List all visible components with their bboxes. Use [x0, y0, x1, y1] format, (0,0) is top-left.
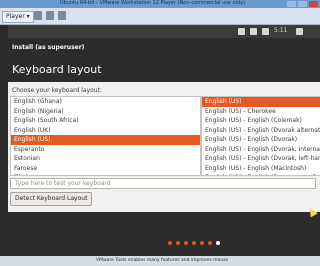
network-icon[interactable]	[250, 28, 257, 35]
layout-list-item[interactable]: English (Nigeria)	[11, 107, 200, 117]
progress-dot	[176, 241, 180, 245]
progress-dot	[216, 241, 220, 245]
gear-icon[interactable]	[296, 28, 303, 35]
send-ctrl-alt-del-icon[interactable]	[46, 11, 54, 20]
layout-list-item[interactable]: English (Ghana)	[11, 97, 200, 107]
variant-list-item[interactable]: English (US) - English (Dvorak, internat…	[202, 145, 320, 155]
progress-dot	[184, 241, 188, 245]
volume-icon[interactable]	[262, 28, 269, 35]
maximize-button[interactable]	[298, 1, 307, 7]
keyboard-layout-list[interactable]: English (Ghana) English (Nigeria) English …	[10, 96, 201, 176]
progress-dot	[168, 241, 172, 245]
variant-list-item[interactable]: English (US) - English (Dvorak, left-han…	[202, 154, 320, 164]
variant-list-item[interactable]: English (US) - English (Macintosh)	[202, 164, 320, 174]
progress-dot	[200, 241, 204, 245]
variant-list-item[interactable]: English (US) - Cherokee	[202, 107, 320, 117]
player-menu-button[interactable]: Player ▾	[2, 11, 34, 23]
variant-list-item[interactable]: English (US) - English (Dvorak)	[202, 135, 320, 145]
installer-window-title: Install (as superuser)	[12, 44, 85, 51]
keyboard-test-input[interactable]	[10, 178, 316, 189]
install-progress-dots	[168, 241, 220, 245]
vmware-window-title: Ubuntu 64-bit - VMware Workstation 12 Pl…	[60, 0, 246, 6]
fullscreen-icon[interactable]	[58, 11, 66, 20]
layout-prompt: Choose your keyboard layout:	[12, 87, 102, 94]
layout-list-item[interactable]: Faroese	[11, 164, 200, 174]
keyboard-variant-list[interactable]: English (US) English (US) - Cherokee Engli…	[201, 96, 320, 176]
variant-list-item[interactable]: English (US)	[202, 97, 320, 107]
layout-list-item[interactable]: Filipino	[11, 173, 200, 175]
layout-list-item[interactable]: English (UK)	[11, 126, 200, 136]
variant-list-item[interactable]: English (US) - English (Colemak)	[202, 116, 320, 126]
keyboard-indicator-icon[interactable]	[238, 28, 245, 35]
close-button[interactable]	[309, 1, 318, 7]
progress-dot	[208, 241, 212, 245]
page-title: Keyboard layout	[12, 63, 102, 76]
detect-keyboard-layout-button[interactable]: Detect Keyboard Layout	[10, 192, 93, 206]
variant-list-item[interactable]: English (US) - English (Dvorak alternati…	[202, 126, 320, 136]
variant-list-item[interactable]: English (US) - English (Programmer Dvora…	[202, 173, 320, 175]
window-controls	[287, 0, 318, 8]
panel-clock[interactable]: 5:11	[274, 27, 287, 34]
layout-list-item[interactable]: Esperanto	[11, 145, 200, 155]
progress-dot	[192, 241, 196, 245]
layout-list-item[interactable]: English (South Africa)	[11, 116, 200, 126]
minimize-button[interactable]	[287, 1, 296, 7]
layout-list-item[interactable]: Estonian	[11, 154, 200, 164]
vmware-status-text: VMware Tools enables many features and i…	[96, 258, 229, 263]
pause-icon[interactable]	[34, 11, 42, 20]
layout-list-item[interactable]: English (US)	[11, 135, 200, 145]
